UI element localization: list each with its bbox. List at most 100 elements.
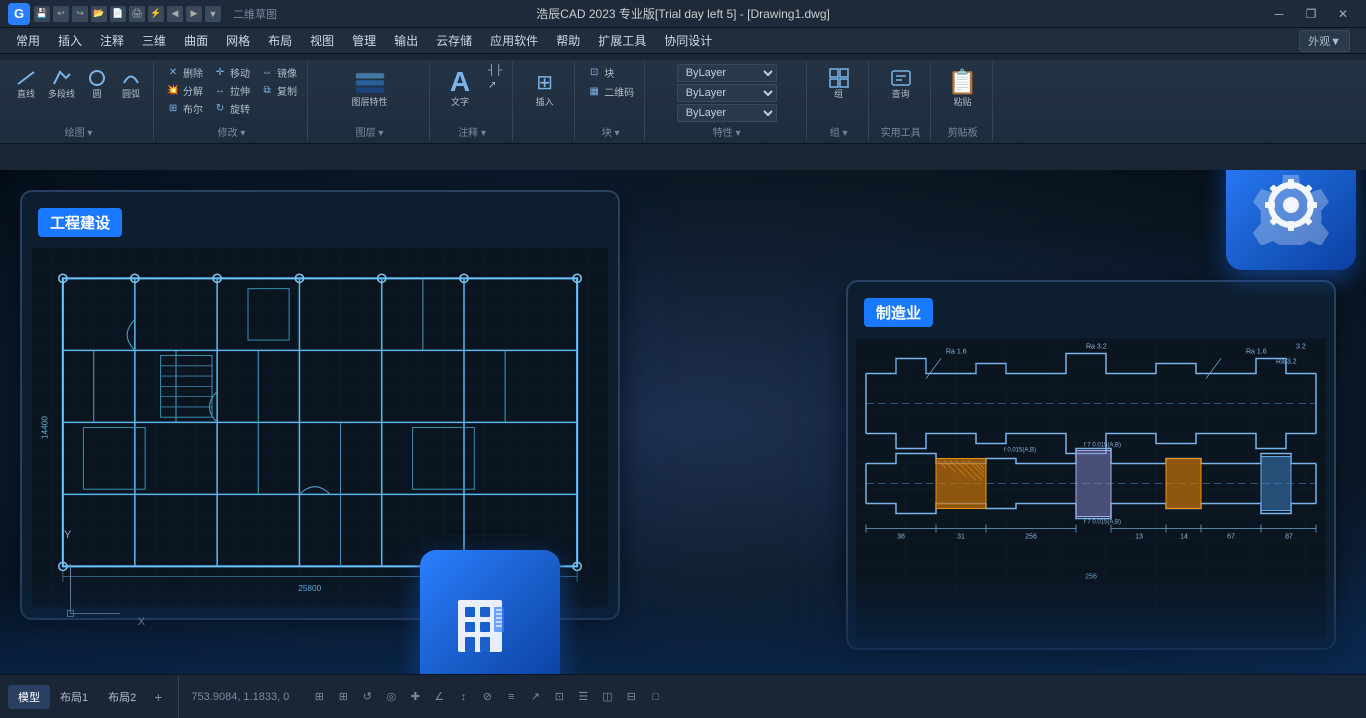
linetype-dropdown[interactable]: ByLayer [677, 84, 777, 102]
status-sel-icon[interactable]: ↗ [525, 687, 545, 707]
close-button[interactable]: ✕ [1328, 3, 1358, 25]
status-osnap-icon[interactable]: ✚ [405, 687, 425, 707]
status-polar-icon[interactable]: ◎ [381, 687, 401, 707]
query-button[interactable]: 查询 [885, 64, 917, 102]
status-grp-icon[interactable]: ⊡ [549, 687, 569, 707]
layer-properties-button[interactable]: 图层特性 [346, 64, 394, 110]
status-lw-icon[interactable]: ⊘ [477, 687, 497, 707]
quick-redo-icon[interactable]: ↪ [72, 6, 88, 22]
quick-open-icon[interactable]: 📂 [91, 6, 107, 22]
array-button[interactable]: ⊞ 布尔 [162, 100, 207, 117]
menu-3d[interactable]: 三维 [134, 30, 174, 51]
menu-view[interactable]: 视图 [302, 30, 342, 51]
delete-button[interactable]: ✕ 删除 [162, 64, 207, 81]
utilities-tools: 查询 [885, 64, 917, 102]
quick-tool9-icon[interactable]: ▶ [186, 6, 202, 22]
color-dropdown[interactable]: ByLayer [677, 64, 777, 82]
status-angle-icon[interactable]: ∠ [429, 687, 449, 707]
text-button[interactable]: A 文字 [438, 64, 482, 110]
status-grid-icon[interactable]: ⊞ [309, 687, 329, 707]
status-menu-icon[interactable]: ☰ [573, 687, 593, 707]
layer-label: 图层特性 [352, 98, 388, 108]
engineering-label: 工程建设 [38, 208, 122, 237]
menu-annotation[interactable]: 注释 [92, 30, 132, 51]
ribbon-group-clipboard: 📋 粘贴 剪贴板 [933, 62, 993, 141]
menu-bar: 常用 插入 注释 三维 曲面 网格 布局 视图 管理 输出 云存储 应用软件 帮… [0, 28, 1366, 54]
tab-layout2[interactable]: 布局2 [98, 685, 146, 709]
circle-button[interactable]: 圆 [81, 64, 113, 102]
status-snap-icon[interactable]: ⊞ [333, 687, 353, 707]
mirror-icon: ⇔ [260, 66, 274, 80]
mirror-button[interactable]: ⇔ 镜像 [256, 64, 301, 81]
menu-help[interactable]: 帮助 [548, 30, 588, 51]
menu-mesh[interactable]: 网格 [218, 30, 258, 51]
insert-icon: ⊞ [529, 66, 561, 98]
quick-undo-icon[interactable]: ↩ [53, 6, 69, 22]
axis-origin [67, 610, 74, 617]
explode-button[interactable]: 💥 分解 [162, 82, 207, 99]
svg-text:256: 256 [1085, 574, 1097, 581]
copy-button[interactable]: ⧉ 复制 [256, 82, 301, 99]
ribbon-group-utilities: 查询 实用工具 [871, 62, 931, 141]
explode-icon: 💥 [166, 84, 180, 98]
array-label: 布尔 [183, 101, 203, 116]
quick-tool8-icon[interactable]: ◀ [167, 6, 183, 22]
minimize-button[interactable]: ─ [1264, 3, 1294, 25]
status-ortho-icon[interactable]: ↺ [357, 687, 377, 707]
quick-print-icon[interactable]: 🖨 [129, 6, 145, 22]
group-tools: 组 [823, 64, 855, 102]
menu-surface[interactable]: 曲面 [176, 30, 216, 51]
qrcode-button[interactable]: ▦ 二维码 [583, 83, 638, 100]
x-axis-label: X [138, 616, 145, 628]
svg-text:31: 31 [957, 534, 965, 541]
arc-button[interactable]: 圆弧 [115, 64, 147, 102]
paste-button[interactable]: 📋 粘贴 [941, 64, 985, 110]
maximize-button[interactable]: ❐ [1296, 3, 1326, 25]
insert-button[interactable]: ⊞ 插入 [523, 64, 567, 110]
svg-text:87: 87 [1285, 534, 1293, 541]
rotate-button[interactable]: ↻ 旋转 [209, 100, 254, 117]
tab-model[interactable]: 模型 [8, 685, 50, 709]
status-ws-icon[interactable]: ◫ [597, 687, 617, 707]
quick-new-icon[interactable]: 📄 [110, 6, 126, 22]
status-dyn-icon[interactable]: ↕ [453, 687, 473, 707]
menu-collaborate[interactable]: 协同设计 [656, 30, 720, 51]
quick-tool7-icon[interactable]: ⚡ [148, 6, 164, 22]
ribbon-group-insert: ⊞ 插入 [515, 62, 575, 141]
status-lock-icon[interactable]: ⊟ [621, 687, 641, 707]
quick-dropdown-icon[interactable]: ▼ [205, 6, 221, 22]
menu-manage[interactable]: 管理 [344, 30, 384, 51]
menu-layout[interactable]: 布局 [260, 30, 300, 51]
copy-label: 复制 [277, 83, 297, 98]
polyline-button[interactable]: 多段线 [44, 64, 79, 102]
lineweight-dropdown[interactable]: ByLayer [677, 104, 777, 122]
menu-cloud[interactable]: 云存储 [428, 30, 480, 51]
paste-icon: 📋 [947, 66, 979, 98]
appearance-button[interactable]: 外观▼ [1299, 30, 1350, 52]
status-trans-icon[interactable]: ≡ [501, 687, 521, 707]
tab-layout1[interactable]: 布局1 [50, 685, 98, 709]
group-button[interactable]: 组 [823, 64, 855, 102]
stretch-button[interactable]: ↔ 拉伸 [209, 82, 254, 99]
panel-manufacturing: 制造业 [846, 280, 1336, 650]
quick-save-icon[interactable]: 💾 [34, 6, 50, 22]
icon-gear[interactable] [1226, 170, 1356, 270]
ribbon-group-modify: ✕ 删除 💥 分解 ⊞ 布尔 ✛ 移动 [156, 62, 308, 141]
workspace: 工程建设 [0, 170, 1366, 674]
menu-output[interactable]: 输出 [386, 30, 426, 51]
icon-building[interactable] [420, 550, 560, 674]
menu-common[interactable]: 常用 [8, 30, 48, 51]
line-label: 直线 [17, 90, 35, 100]
leader-button[interactable]: ↗ [484, 79, 506, 92]
block-button[interactable]: ⊡ 块 [583, 64, 638, 81]
menu-insert[interactable]: 插入 [50, 30, 90, 51]
menu-apps[interactable]: 应用软件 [482, 30, 546, 51]
dimension-button[interactable]: ┤├ [484, 64, 506, 77]
block-group-label: 块 ▾ [602, 124, 620, 139]
line-button[interactable]: 直线 [10, 64, 42, 102]
menu-extensions[interactable]: 扩展工具 [590, 30, 654, 51]
svg-text:25800: 25800 [298, 584, 321, 593]
status-hw-icon[interactable]: □ [645, 687, 665, 707]
move-button[interactable]: ✛ 移动 [209, 64, 254, 81]
add-tab-button[interactable]: + [146, 687, 170, 707]
